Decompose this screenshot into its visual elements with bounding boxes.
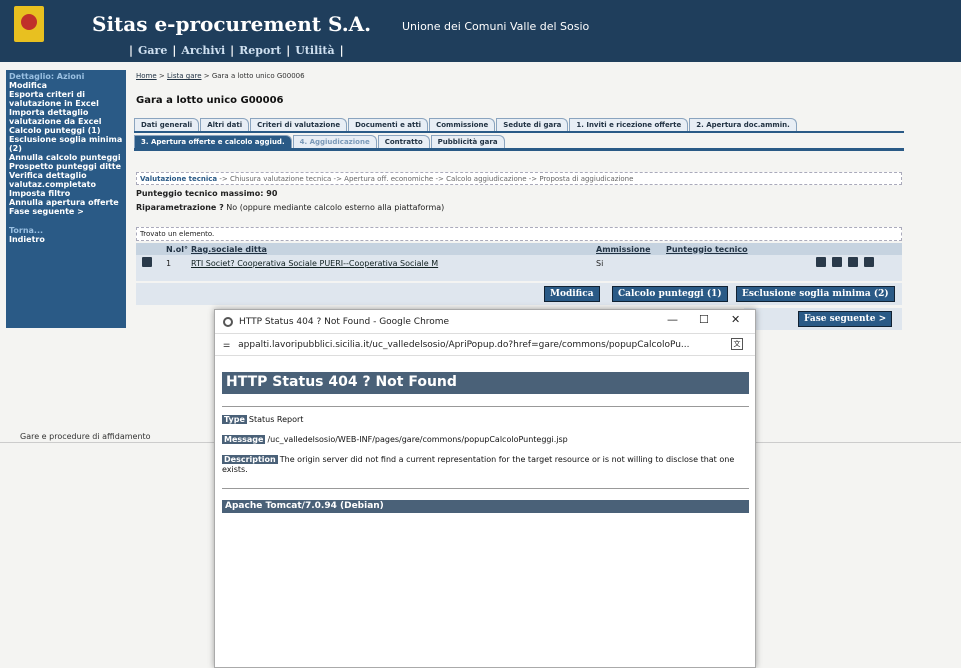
translate-icon[interactable]: 文	[731, 338, 743, 350]
sidebar-item-verifica[interactable]: Verifica dettaglio valutaz.completato	[9, 171, 123, 189]
error-type: Type Status Report	[222, 415, 304, 424]
table-row: 1 RTI Societ? Cooperativa Sociale PUERI-…	[136, 255, 902, 271]
tab-criteri[interactable]: Criteri di valutazione	[250, 118, 348, 131]
calcolo-punteggi-button[interactable]: Calcolo punteggi (1)	[612, 286, 728, 302]
server-info: Apache Tomcat/7.0.94 (Debian)	[222, 500, 749, 513]
reparam-info: Riparametrazione ? No (oppure mediante c…	[136, 203, 445, 212]
tab-apertura-doc[interactable]: 2. Apertura doc.ammin.	[689, 118, 797, 131]
sidebar-section-back: Torna...	[9, 226, 44, 235]
error-message: Message/uc_valledelsosio/WEB-INF/pages/g…	[222, 435, 568, 444]
chrome-popup-window: HTTP Status 404 ? Not Found - Google Chr…	[214, 309, 756, 668]
sidebar-item-esclusione[interactable]: Esclusione soglia minima (2)	[9, 135, 123, 153]
table-header: N.ol° Rag.sociale ditta Ammissione Punte…	[136, 243, 902, 255]
sidebar-item-importa[interactable]: Importa dettaglio valutazione da Excel	[9, 108, 123, 126]
site-info-icon[interactable]: ⚌	[223, 340, 230, 349]
breadcrumb-list[interactable]: Lista gare	[167, 72, 202, 80]
sidebar-item-annulla-calcolo[interactable]: Annulla calcolo punteggi	[9, 153, 123, 162]
popup-title: HTTP Status 404 ? Not Found - Google Chr…	[239, 316, 450, 327]
col-num[interactable]: N.ol°	[166, 245, 191, 254]
sicily-logo-icon	[14, 6, 44, 42]
tabs-row-2: 3. Apertura offerte e calcolo aggiud. 4.…	[134, 135, 904, 151]
error-heading: HTTP Status 404 ? Not Found	[222, 372, 749, 394]
breadcrumb: Home > Lista gare > Gara a lotto unico G…	[136, 72, 305, 80]
sidebar-item-fase[interactable]: Fase seguente >	[9, 207, 123, 216]
tab-documenti[interactable]: Documenti e atti	[348, 118, 429, 131]
company-name: Sitas e-procurement S.A.	[92, 12, 372, 36]
save-icon[interactable]	[816, 257, 826, 267]
tab-altri-dati[interactable]: Altri dati	[200, 118, 250, 131]
sidebar-section-actions: Dettaglio: Azioni	[9, 72, 85, 81]
popup-url[interactable]: appalti.lavoripubblici.sicilia.it/uc_val…	[238, 340, 689, 350]
edit-row-icon[interactable]	[142, 257, 152, 267]
next-bar: Fase seguente >	[744, 308, 902, 330]
tab-aggiudicazione[interactable]: 4. Aggiudicazione	[292, 135, 377, 148]
esclusione-soglia-button[interactable]: Esclusione soglia minima (2)	[736, 286, 895, 302]
nav-utilita[interactable]: Utilità	[295, 44, 334, 57]
close-button[interactable]: ✕	[731, 313, 740, 326]
print-icon[interactable]	[864, 257, 874, 267]
tab-pubblicita[interactable]: Pubblicità gara	[430, 135, 505, 148]
tab-apertura-offerte[interactable]: 3. Apertura offerte e calcolo aggiud.	[134, 135, 292, 148]
nav-report[interactable]: Report	[239, 44, 281, 57]
sidebar-item-filtro[interactable]: Imposta filtro	[9, 189, 123, 198]
col-ammissione[interactable]: Ammissione	[596, 245, 666, 254]
sidebar-item-calcolo[interactable]: Calcolo punteggi (1)	[9, 126, 123, 135]
breadcrumb-home[interactable]: Home	[136, 72, 157, 80]
sidebar: Dettaglio: Azioni Modifica Esporta crite…	[6, 70, 126, 328]
sidebar-item-annulla-apertura[interactable]: Annulla apertura offerte	[9, 198, 123, 207]
modifica-button[interactable]: Modifica	[544, 286, 600, 302]
found-count: Trovato un elemento.	[136, 227, 902, 241]
workflow-steps: Valutazione tecnica -> Chiusura valutazi…	[136, 172, 902, 185]
breadcrumb-current: Gara a lotto unico G00006	[211, 72, 305, 80]
action-bar: Modifica Calcolo punteggi (1) Esclusione…	[136, 283, 902, 305]
tab-sedute[interactable]: Sedute di gara	[496, 118, 569, 131]
document-icon[interactable]	[832, 257, 842, 267]
error-description: Description The origin server did not fin…	[222, 455, 735, 474]
chrome-icon	[223, 316, 233, 327]
tab-contratto[interactable]: Contratto	[377, 135, 430, 148]
page-title: Gara a lotto unico G00006	[136, 95, 284, 106]
tab-commissione[interactable]: Commissione	[429, 118, 496, 131]
divider	[222, 406, 749, 407]
tabs-row-1: Dati generali Altri dati Criteri di valu…	[134, 118, 904, 133]
sidebar-item-modifica[interactable]: Modifica	[9, 81, 123, 90]
divider	[222, 488, 749, 489]
footer-text: Gare e procedure di affidamento	[20, 432, 151, 441]
tab-dati-generali[interactable]: Dati generali	[134, 118, 200, 131]
col-punteggio[interactable]: Punteggio tecnico	[666, 245, 786, 254]
results-table: N.ol° Rag.sociale ditta Ammissione Punte…	[136, 243, 902, 281]
nav-gare[interactable]: Gare	[138, 44, 167, 57]
app-header: Sitas e-procurement S.A. Unione dei Comu…	[0, 0, 961, 62]
max-score: Punteggio tecnico massimo: 90	[136, 189, 278, 198]
nav-archivi[interactable]: Archivi	[181, 44, 225, 57]
sidebar-item-esporta[interactable]: Esporta criteri di valutazione in Excel	[9, 90, 123, 108]
minimize-button[interactable]: —	[667, 313, 678, 326]
step-current: Valutazione tecnica	[140, 175, 218, 183]
maximize-button[interactable]: ☐	[699, 313, 709, 326]
top-nav: | Gare | Archivi | Report | Utilità |	[129, 44, 344, 57]
union-name: Unione dei Comuni Valle del Sosio	[402, 20, 590, 33]
comment-icon[interactable]	[848, 257, 858, 267]
ditta-link[interactable]: RTI Societ? Cooperativa Sociale PUERI--C…	[191, 259, 438, 268]
popup-address-bar: ⚌ appalti.lavoripubblici.sicilia.it/uc_v…	[215, 334, 755, 356]
col-ditta[interactable]: Rag.sociale ditta	[191, 245, 596, 254]
step-rest: -> Chiusura valutazione tecnica -> Apert…	[217, 175, 634, 183]
sidebar-item-indietro[interactable]: Indietro	[9, 235, 123, 244]
sidebar-item-prospetto[interactable]: Prospetto punteggi ditte	[9, 162, 123, 171]
fase-seguente-button[interactable]: Fase seguente >	[798, 311, 893, 327]
popup-titlebar: HTTP Status 404 ? Not Found - Google Chr…	[215, 310, 755, 334]
tab-inviti[interactable]: 1. Inviti e ricezione offerte	[569, 118, 689, 131]
